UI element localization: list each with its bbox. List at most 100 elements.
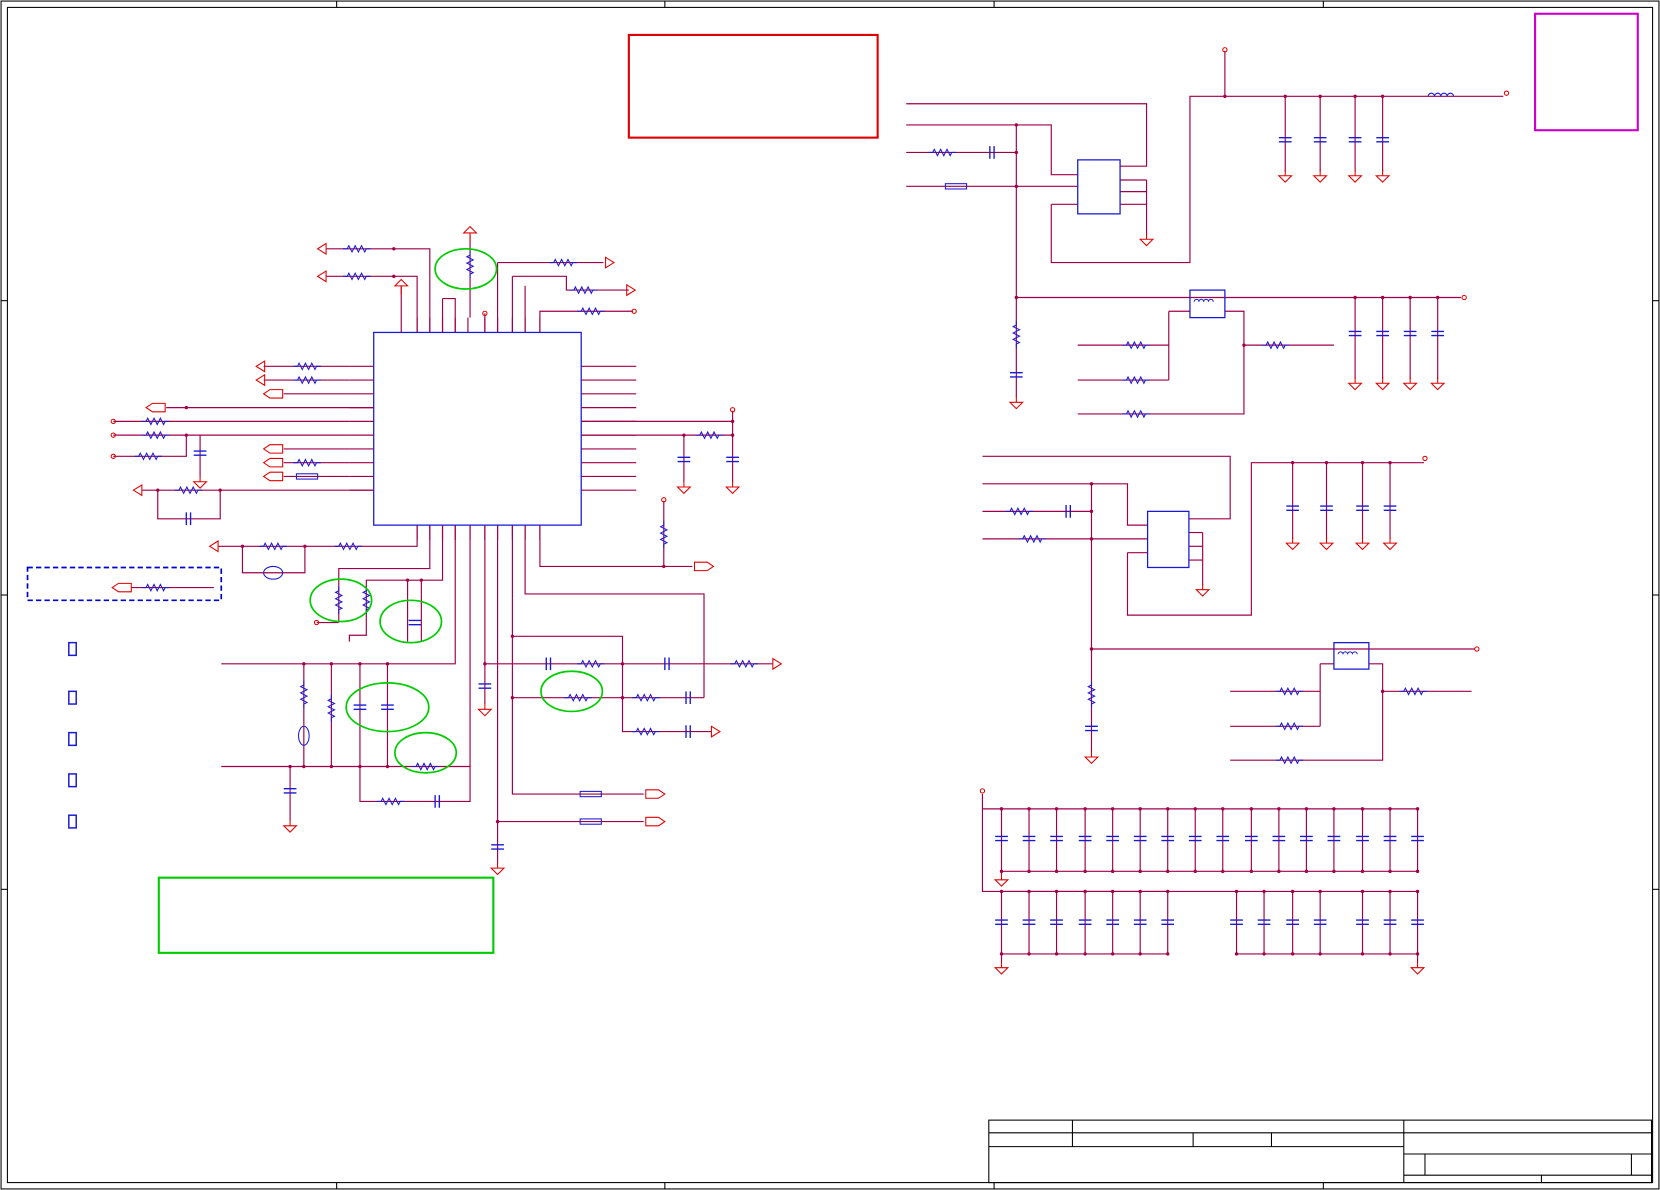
junction-dot xyxy=(302,764,306,769)
junction-dot xyxy=(1166,807,1170,811)
junction-dot xyxy=(1083,869,1087,874)
junction-dot xyxy=(1324,460,1329,465)
ground-icon xyxy=(282,819,298,833)
ground-icon xyxy=(676,480,692,495)
title-block xyxy=(988,1119,1653,1184)
junction-dot xyxy=(1027,807,1031,811)
ground-icon xyxy=(1312,169,1328,183)
junction-dot xyxy=(1166,952,1170,956)
power-arrow-icon xyxy=(132,483,143,497)
junction-dot xyxy=(999,807,1004,811)
wire xyxy=(221,525,471,768)
junction-dot xyxy=(1318,889,1322,894)
junction-dot xyxy=(1360,460,1365,465)
ic-icon xyxy=(1333,642,1370,670)
note-box-red xyxy=(627,33,879,139)
junction-dot xyxy=(218,488,222,492)
ground-icon xyxy=(489,861,506,876)
resistor-icon xyxy=(174,485,203,495)
port-icon xyxy=(262,444,284,454)
junction-dot xyxy=(1360,869,1365,874)
resistor-icon xyxy=(465,250,475,279)
junction-dot xyxy=(1221,869,1225,874)
junction-dot xyxy=(1262,952,1266,956)
junction-dot xyxy=(1388,807,1392,811)
wire xyxy=(906,103,1148,167)
junction-dot xyxy=(1138,807,1142,811)
highlight-circles xyxy=(309,247,604,774)
resistor-icon xyxy=(343,244,371,254)
junction-dot xyxy=(358,662,362,666)
junction-dot xyxy=(662,564,666,569)
junction-dot xyxy=(1304,869,1309,874)
ground-icon xyxy=(1195,583,1211,597)
resistor-icon xyxy=(1275,755,1304,765)
power-arrow-icon xyxy=(462,225,478,242)
power-arrow-icon xyxy=(393,278,409,295)
wire xyxy=(1126,462,1424,616)
power-arrow-icon xyxy=(316,242,327,256)
junction-dot xyxy=(1380,689,1385,694)
junction-dot xyxy=(1054,889,1059,894)
ground-icon xyxy=(1409,961,1426,975)
resistor-icon xyxy=(293,458,321,468)
junction-dot xyxy=(419,578,424,582)
junction-dot xyxy=(1193,807,1197,811)
junction-dot xyxy=(1193,869,1197,874)
junction-dot xyxy=(392,274,396,279)
junction-dot xyxy=(1360,952,1365,956)
test-point-icon xyxy=(1474,646,1480,652)
junction-dot xyxy=(999,889,1004,894)
resistor-icon xyxy=(1087,680,1096,709)
ic-icon xyxy=(373,331,582,526)
junction-dot xyxy=(1415,807,1420,811)
power-arrow-icon xyxy=(255,373,266,387)
wire xyxy=(1091,483,1148,526)
resistor-icon xyxy=(327,694,336,723)
junction-dot xyxy=(329,662,334,666)
resistor-icon xyxy=(1399,686,1428,696)
junction-dot xyxy=(1110,807,1115,811)
junction-dot xyxy=(1290,952,1295,956)
resistor-icon xyxy=(293,375,321,385)
junction-dot xyxy=(156,488,160,492)
resistor-icon xyxy=(1275,686,1304,696)
wire xyxy=(326,275,418,333)
port-icon xyxy=(145,402,166,413)
junction-dot xyxy=(302,662,306,666)
port-icon xyxy=(262,471,284,482)
ground-icon xyxy=(1347,376,1363,391)
junction-dot xyxy=(620,696,625,700)
resistor-icon xyxy=(1011,320,1021,349)
ground-icon xyxy=(724,480,741,495)
junction-dot xyxy=(1166,889,1170,894)
ground-icon xyxy=(1402,376,1418,391)
resistor-icon xyxy=(411,762,440,771)
resistor-icon xyxy=(1122,409,1150,419)
inductor-icon xyxy=(1193,298,1214,302)
junction-dot xyxy=(1083,952,1087,956)
junction-dot xyxy=(1014,123,1019,127)
power-arrow-icon xyxy=(255,360,266,373)
resistor-icon xyxy=(569,285,598,295)
junction-dot xyxy=(1110,952,1115,956)
junction-dot xyxy=(1388,952,1392,956)
junction-dot xyxy=(1083,889,1087,894)
power-arrow-icon xyxy=(316,270,327,283)
note-boxes xyxy=(26,12,1639,954)
test-point-icon xyxy=(1422,455,1428,462)
resistor-icon xyxy=(1122,375,1150,385)
test-point-icon xyxy=(1503,90,1510,96)
junction-dot xyxy=(1242,343,1246,347)
wire xyxy=(524,525,705,698)
junction-dot xyxy=(405,578,410,582)
power-arrow-icon xyxy=(208,540,219,553)
junction-dot xyxy=(1138,889,1142,894)
junction-dot xyxy=(1110,869,1115,874)
port-icon xyxy=(645,789,666,799)
resistor-icon xyxy=(376,797,405,806)
resistor-icon xyxy=(549,258,577,267)
resistor-icon xyxy=(576,306,605,316)
ground-icon xyxy=(993,961,1010,975)
resistor-icon xyxy=(334,541,363,551)
